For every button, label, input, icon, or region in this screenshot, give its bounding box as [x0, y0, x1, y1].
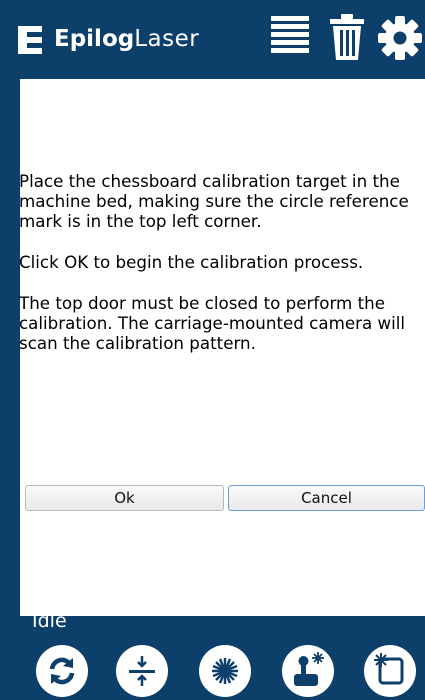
- app-header: EpilogLaser: [0, 0, 425, 80]
- laser-fire-button[interactable]: [199, 645, 251, 697]
- brand-logo-text: EpilogLaser: [54, 24, 199, 54]
- joystick-button[interactable]: [282, 645, 334, 697]
- calibration-dialog: Place the chessboard calibration target …: [17, 79, 425, 616]
- focus-button[interactable]: [116, 645, 168, 697]
- instruction-paragraph: Place the chessboard calibration target …: [19, 171, 409, 231]
- brand-bold: Epilog: [54, 26, 135, 52]
- gear-icon[interactable]: [378, 16, 422, 60]
- laser-fire-icon: [212, 658, 238, 684]
- frame-button[interactable]: [364, 645, 416, 697]
- focus-icon: [129, 656, 155, 686]
- calibration-instructions: Place the chessboard calibration target …: [19, 171, 419, 374]
- brand-light: Laser: [134, 26, 200, 52]
- refresh-button[interactable]: [36, 645, 88, 697]
- instruction-paragraph: Click OK to begin the calibration proces…: [19, 252, 364, 272]
- machine-status: Idle: [32, 610, 67, 632]
- joystick-icon: [294, 652, 324, 686]
- job-list-icon[interactable]: [271, 14, 309, 56]
- cancel-button[interactable]: Cancel: [228, 485, 425, 511]
- refresh-icon: [49, 657, 75, 685]
- ok-button[interactable]: Ok: [25, 485, 224, 511]
- trash-icon[interactable]: [330, 14, 364, 62]
- logo-e-icon: [18, 26, 42, 54]
- frame-icon: [374, 653, 404, 685]
- instruction-paragraph: The top door must be closed to perform t…: [19, 293, 406, 353]
